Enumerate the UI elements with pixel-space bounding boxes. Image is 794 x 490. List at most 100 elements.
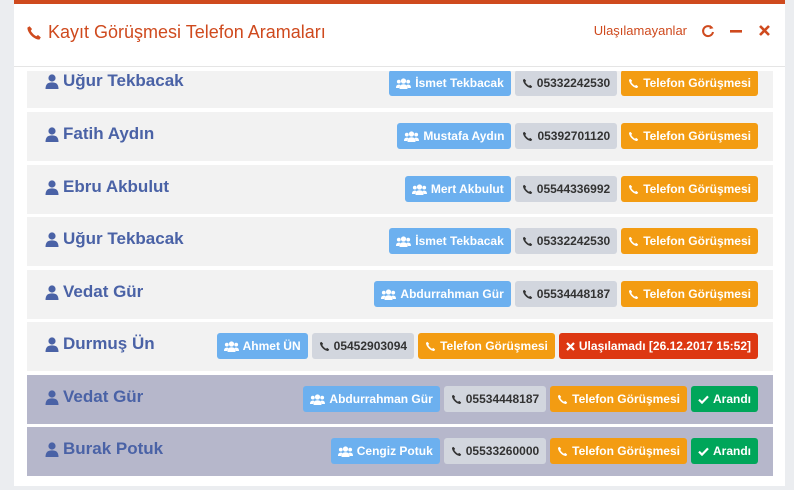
student-name: Fatih Aydın [45,124,154,144]
panel-title-text: Kayıt Görüşmesi Telefon Aramaları [48,22,326,42]
phone-call-label: Telefon Görüşmesi [643,287,751,301]
panel-header: Kayıt Görüşmesi Telefon Aramaları Ulaşıl… [14,4,785,67]
user-icon [45,441,59,457]
phone-call-button[interactable]: Telefon Görüşmesi [621,123,758,149]
student-name: Uğur Tekbacak [45,229,184,249]
phone-icon [629,289,639,299]
close-icon[interactable] [757,24,771,38]
student-name-text: Uğur Tekbacak [63,229,184,248]
phone-number: 05534448187 [536,287,611,301]
phone-icon [451,446,461,456]
student-name-text: Vedat Gür [63,282,144,301]
phone-call-button[interactable]: Telefon Görüşmesi [418,333,555,359]
phone-badge: 05534448187 [443,386,547,412]
phone-badge: 05533260000 [443,438,547,464]
phone-icon [522,184,532,194]
called-status-badge: Arandı [690,386,758,412]
phone-icon [629,184,639,194]
student-name: Burak Potuk [45,439,163,459]
phone-number: 05533260000 [465,444,540,458]
student-name-text: Vedat Gür [63,387,144,406]
phone-icon [629,131,639,141]
row-badges: İsmet Tekbacak 05332242530 Telefon Görüş… [389,228,758,254]
called-status-badge: Arandı [690,438,758,464]
phone-call-label: Telefon Görüşmesi [440,339,548,353]
list-item: Burak Potuk Cengiz Potuk 05533260000 Tel… [27,427,773,476]
phone-icon [27,25,41,40]
phone-call-button[interactable]: Telefon Görüşmesi [621,281,758,307]
users-icon [411,183,427,195]
phone-call-label: Telefon Görüşmesi [643,76,751,90]
student-name-text: Uğur Tekbacak [63,71,184,90]
user-icon [45,389,59,405]
phone-call-button[interactable]: Telefon Görüşmesi [621,176,758,202]
phone-icon [522,236,532,246]
phone-call-button[interactable]: Telefon Görüşmesi [550,438,687,464]
phone-number: 05534448187 [465,392,540,406]
phone-number: 05544336992 [536,182,611,196]
contact-name: İsmet Tekbacak [415,234,504,248]
calls-list: Uğur Tekbacak İsmet Tekbacak 05332242530… [27,71,773,477]
check-icon [698,395,709,404]
list-item: Ebru Akbulut Mert Akbulut 05544336992 Te… [27,165,773,214]
contact-badge: Mert Akbulut [404,176,511,202]
phone-icon [522,78,532,88]
phone-call-label: Telefon Görüşmesi [643,129,751,143]
phone-badge: 05392701120 [515,123,618,149]
phone-icon [451,394,461,404]
status-text: Arandı [712,392,751,406]
unreachable-link[interactable]: Ulaşılamayanlar [594,23,687,38]
phone-call-button[interactable]: Telefon Görüşmesi [550,386,687,412]
user-icon [45,336,59,352]
contact-name: Mert Akbulut [430,182,504,196]
phone-icon [319,341,329,351]
phone-badge: 05332242530 [514,228,618,254]
contact-badge: Abdurrahman Gür [303,386,440,412]
row-badges: Abdurrahman Gür 05534448187 Telefon Görü… [303,386,758,412]
list-item: Uğur Tekbacak İsmet Tekbacak 05332242530… [27,71,773,108]
contact-name: Abdurrahman Gür [329,392,433,406]
refresh-icon[interactable] [701,24,715,38]
phone-call-label: Telefon Görüşmesi [643,182,751,196]
users-icon [404,130,420,142]
phone-call-label: Telefon Görüşmesi [572,444,680,458]
phone-icon [426,341,436,351]
minimize-icon[interactable] [729,24,743,38]
contact-badge: Cengiz Potuk [330,438,440,464]
phone-icon [558,446,568,456]
row-badges: Mert Akbulut 05544336992 Telefon Görüşme… [404,176,758,202]
phone-call-button[interactable]: Telefon Görüşmesi [621,71,758,96]
student-name: Vedat Gür [45,387,143,407]
list-item: Fatih Aydın Mustafa Aydın 05392701120 Te… [27,112,773,161]
phone-icon [629,236,639,246]
check-icon [698,447,709,456]
list-item: Durmuş Ün Ahmet ÜN 05452903094 Telefon G… [27,322,773,371]
list-item: Vedat Gür Abdurrahman Gür 05534448187 Te… [27,375,773,424]
row-badges: Ahmet ÜN 05452903094 Telefon Görüşmesi U… [216,333,758,359]
header-tools: Ulaşılamayanlar [594,23,771,38]
phone-call-button[interactable]: Telefon Görüşmesi [621,228,758,254]
student-name-text: Burak Potuk [63,439,164,458]
phone-call-label: Telefon Görüşmesi [643,234,751,248]
contact-name: Abdurrahman Gür [400,287,504,301]
users-icon [337,445,353,457]
user-icon [45,284,59,300]
users-icon [223,340,239,352]
unreachable-status-badge: Ulaşılamadı [26.12.2017 15:52] [558,333,758,359]
status-text: Arandı [712,444,751,458]
users-icon [381,288,397,300]
phone-icon [558,394,568,404]
phone-badge: 05544336992 [514,176,618,202]
contact-badge: İsmet Tekbacak [389,228,511,254]
users-icon [310,393,326,405]
student-name: Uğur Tekbacak [45,71,184,91]
list-item: Uğur Tekbacak İsmet Tekbacak 05332242530… [27,217,773,266]
student-name-text: Ebru Akbulut [63,177,170,196]
contact-badge: Ahmet ÜN [216,333,308,359]
student-name-text: Fatih Aydın [63,124,155,143]
student-name: Ebru Akbulut [45,177,169,197]
row-badges: İsmet Tekbacak 05332242530 Telefon Görüş… [389,71,758,96]
list-item: Vedat Gür Abdurrahman Gür 05534448187 Te… [27,270,773,319]
users-icon [396,235,412,247]
phone-number: 05332242530 [536,234,611,248]
